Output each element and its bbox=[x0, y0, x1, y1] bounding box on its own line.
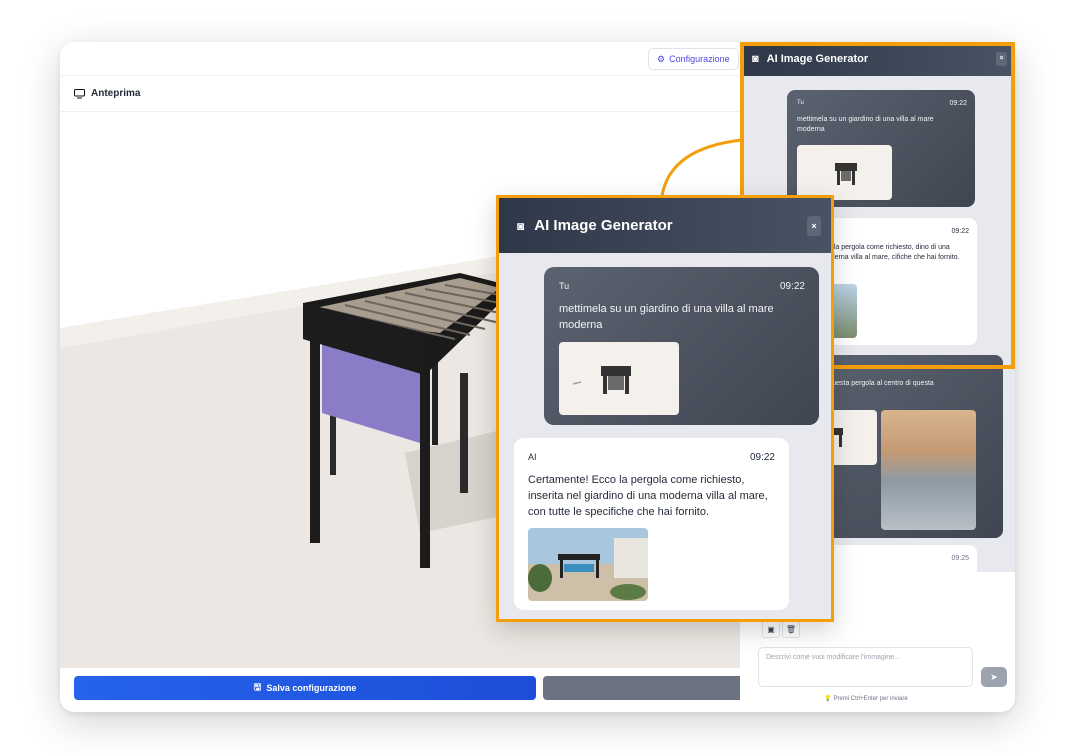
send-button[interactable]: ➤ bbox=[981, 667, 1007, 687]
robot-icon: ◙ bbox=[517, 218, 525, 233]
chat-message-ai: 09:25 bbox=[815, 545, 977, 575]
save-icon: 🖫 bbox=[253, 682, 262, 692]
trash-icon: 🗑 bbox=[785, 624, 797, 634]
callout-connector bbox=[660, 138, 743, 197]
message-text: mettimela su un giardino di una villa al… bbox=[559, 303, 774, 331]
close-button[interactable]: × bbox=[807, 216, 821, 236]
delete-button[interactable]: 🗑 bbox=[782, 620, 800, 638]
save-label: Salva configurazione bbox=[266, 683, 357, 693]
message-time: 09:25 bbox=[951, 555, 969, 562]
villa-render-thumbnail bbox=[528, 528, 648, 601]
keyboard-hint: 💡 Premi Ctrl+Enter per inviare bbox=[740, 695, 992, 702]
pergola-thumbnail bbox=[572, 366, 631, 394]
message-sender: AI bbox=[528, 452, 537, 462]
monitor-icon bbox=[74, 88, 85, 98]
message-image[interactable] bbox=[559, 342, 679, 415]
configuration-button[interactable]: ⚙ Configurazione bbox=[648, 48, 739, 70]
gear-icon: ⚙ bbox=[657, 53, 666, 64]
popup-title: AI Image Generator bbox=[534, 217, 673, 234]
message-text: Certamente! Ecco la pergola come richies… bbox=[528, 474, 768, 518]
image-icon: ▣ bbox=[767, 624, 775, 634]
action-bar: 🖫 Salva configurazione 🗎 R bbox=[60, 668, 783, 712]
attach-image-button[interactable]: ▣ bbox=[762, 620, 780, 638]
chat-message-ai: AI 09:22 Certamente! Ecco la pergola com… bbox=[514, 438, 789, 610]
lightbulb-icon: 💡 bbox=[824, 696, 832, 702]
message-text: mi questa pergola al centro di questa bbox=[819, 380, 934, 387]
courtyard-photo[interactable] bbox=[881, 410, 976, 530]
message-sender: Tu bbox=[559, 281, 570, 291]
preview-header: Anteprima bbox=[60, 76, 750, 112]
message-time: 09:22 bbox=[749, 452, 775, 463]
hint-text: Premi Ctrl+Enter per inviare bbox=[833, 696, 908, 702]
chat-message-user: Tu 09:22 mettimela su un giardino di una… bbox=[544, 267, 819, 425]
zoomed-chat-popup: ◙ AI Image Generator × Tu 09:22 mettimel… bbox=[496, 195, 834, 622]
popup-header: ◙ AI Image Generator × bbox=[499, 198, 831, 253]
generated-image[interactable] bbox=[528, 528, 648, 601]
message-time: 09:22 bbox=[779, 281, 805, 292]
save-configuration-button[interactable]: 🖫 Salva configurazione bbox=[74, 676, 536, 700]
send-icon: ➤ bbox=[990, 671, 998, 682]
preview-title: Anteprima bbox=[91, 88, 141, 99]
configuration-label: Configurazione bbox=[669, 54, 730, 64]
prompt-input[interactable]: Descrivi come vuoi modificare l'immagine… bbox=[758, 647, 973, 687]
chat-message-user: mi questa pergola al centro di questa bbox=[815, 355, 1003, 538]
